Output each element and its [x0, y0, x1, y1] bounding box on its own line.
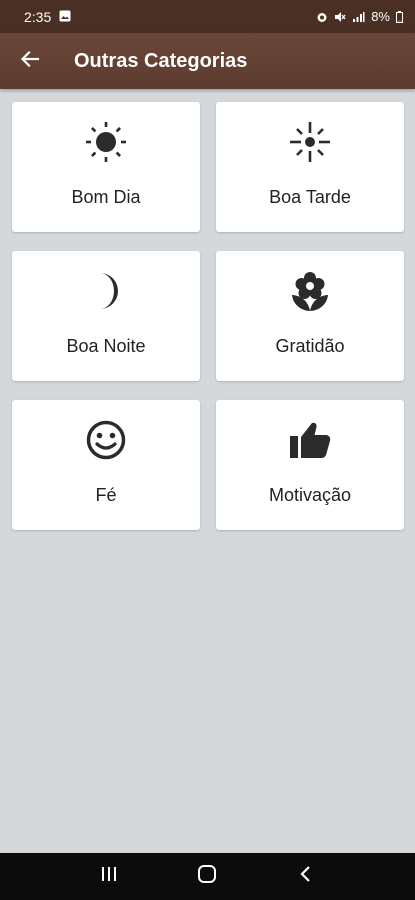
category-card-fe[interactable]: Fé — [12, 400, 200, 530]
recent-apps-button[interactable] — [89, 857, 129, 897]
status-bar: 2:35 8% — [0, 0, 415, 33]
category-label: Motivação — [268, 485, 352, 505]
battery-level: 8% — [371, 9, 390, 24]
system-back-button[interactable] — [286, 857, 326, 897]
app-bar: Outras Categorias — [0, 33, 415, 89]
category-card-boa-noite[interactable]: Boa Noite — [12, 251, 200, 381]
category-grid: Bom Dia Boa Tarde Boa Noite Gratidão Fé … — [12, 102, 404, 530]
signal-icon — [352, 11, 365, 23]
moon-icon — [84, 269, 128, 313]
home-icon — [197, 864, 217, 889]
gallery-notification-icon — [59, 9, 71, 25]
status-right: 8% — [316, 9, 403, 24]
category-label: Fé — [95, 485, 117, 505]
back-button[interactable] — [2, 33, 58, 89]
category-label: Boa Tarde — [269, 187, 351, 207]
back-icon — [299, 865, 313, 888]
sun-rays-icon — [288, 120, 332, 164]
category-card-gratidao[interactable]: Gratidão — [216, 251, 404, 381]
recent-apps-icon — [100, 866, 118, 887]
system-nav-bar — [0, 853, 415, 900]
category-card-motivacao[interactable]: Motivação — [216, 400, 404, 530]
category-card-boa-tarde[interactable]: Boa Tarde — [216, 102, 404, 232]
status-left: 2:35 — [24, 9, 71, 25]
smiley-icon — [84, 418, 128, 462]
status-time: 2:35 — [24, 8, 52, 25]
flower-icon — [288, 269, 332, 313]
category-label: Gratidão — [275, 336, 345, 356]
arrow-left-icon — [20, 49, 40, 74]
page-title: Outras Categorias — [74, 49, 248, 72]
thumbs-up-icon — [288, 418, 332, 462]
category-label: Boa Noite — [66, 336, 146, 356]
alarm-icon — [316, 11, 328, 23]
category-card-bom-dia[interactable]: Bom Dia — [12, 102, 200, 232]
category-label: Bom Dia — [71, 187, 141, 207]
mute-icon — [334, 11, 346, 23]
home-button[interactable] — [187, 857, 227, 897]
battery-icon — [396, 10, 403, 23]
sun-icon — [84, 120, 128, 164]
